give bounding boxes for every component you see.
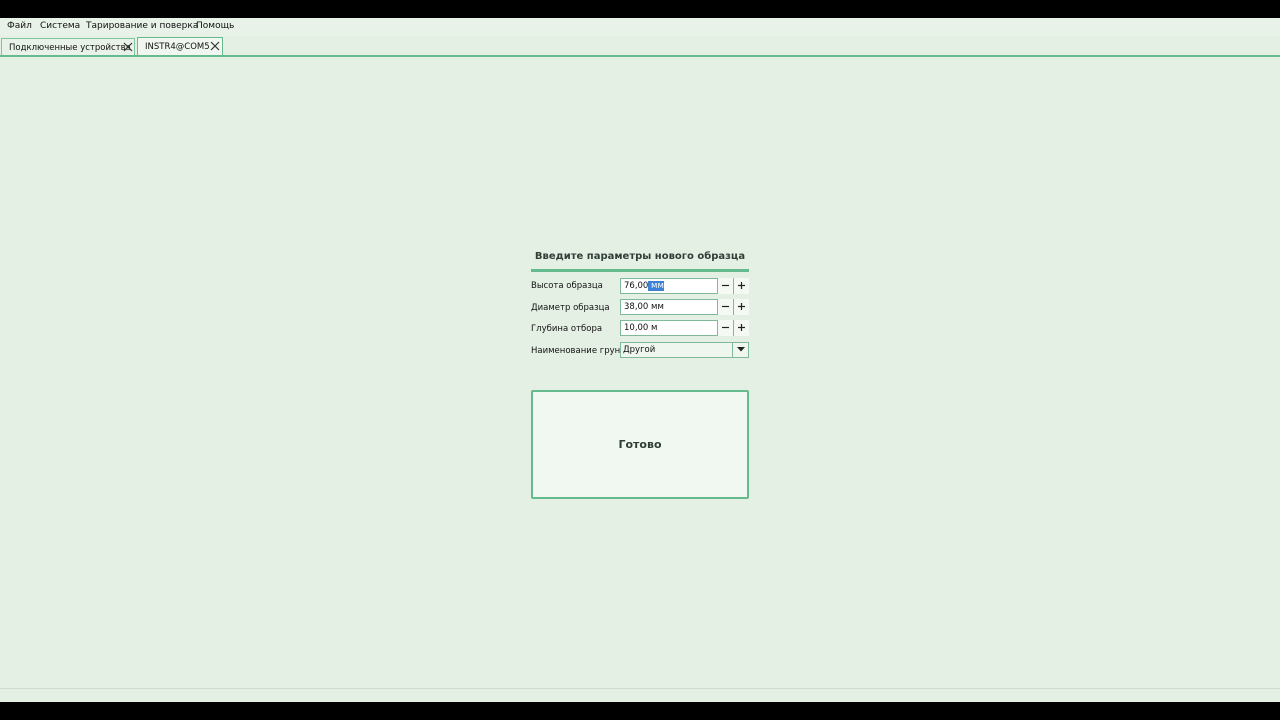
selected-unit: мм <box>648 281 664 291</box>
dropdown-button[interactable] <box>732 342 748 358</box>
tab-bar-underline <box>0 55 1280 57</box>
plus-icon <box>738 282 745 289</box>
menu-file[interactable]: Файл <box>7 21 32 31</box>
decrement-button[interactable] <box>717 278 733 294</box>
increment-button[interactable] <box>733 320 749 336</box>
soil-name-value: Другой <box>623 345 656 355</box>
diameter-value[interactable]: 38,00 мм <box>624 302 664 312</box>
status-bar-divider <box>0 688 1280 689</box>
decrement-button[interactable] <box>717 320 733 336</box>
minus-icon <box>722 284 729 287</box>
close-icon[interactable] <box>208 39 222 53</box>
decrement-button[interactable] <box>717 299 733 315</box>
plus-icon <box>738 324 745 331</box>
soil-name-label: Наименование грунта <box>531 346 631 356</box>
soil-name-combobox[interactable]: Другой <box>620 342 749 358</box>
tab-instr4[interactable]: INSTR4@COM5 <box>137 37 223 56</box>
tab-connected-devices[interactable]: Подключенные устройства <box>1 38 135 55</box>
tab-label: INSTR4@COM5 <box>145 42 210 52</box>
app-window: Файл Система Тарирование и поверка Помощ… <box>0 18 1280 702</box>
increment-button[interactable] <box>733 278 749 294</box>
menu-calibration[interactable]: Тарирование и поверка <box>86 21 198 31</box>
menu-system[interactable]: Система <box>40 21 80 31</box>
minus-icon <box>722 326 729 329</box>
form-title: Введите параметры нового образца <box>534 251 746 262</box>
close-icon[interactable] <box>121 40 135 54</box>
height-spinbox[interactable]: 76,00 мм <box>620 278 749 294</box>
height-label: Высота образца <box>531 281 603 291</box>
plus-icon <box>738 303 745 310</box>
increment-button[interactable] <box>733 299 749 315</box>
title-divider <box>531 269 749 272</box>
done-button[interactable]: Готово <box>531 390 749 499</box>
diameter-spinbox[interactable]: 38,00 мм <box>620 299 749 315</box>
height-value[interactable]: 76,00 мм <box>624 281 664 291</box>
minus-icon <box>722 305 729 308</box>
depth-label: Глубина отбора <box>531 324 603 334</box>
diameter-label: Диаметр образца <box>531 303 610 313</box>
depth-value[interactable]: 10,00 м <box>624 323 657 333</box>
menu-bar: Файл Система Тарирование и поверка Помощ… <box>0 18 1280 36</box>
done-button-label: Готово <box>618 438 662 451</box>
depth-spinbox[interactable]: 10,00 м <box>620 320 749 336</box>
tab-label: Подключенные устройства <box>9 43 131 53</box>
chevron-down-icon <box>736 347 745 352</box>
menu-help[interactable]: Помощь <box>196 21 234 31</box>
